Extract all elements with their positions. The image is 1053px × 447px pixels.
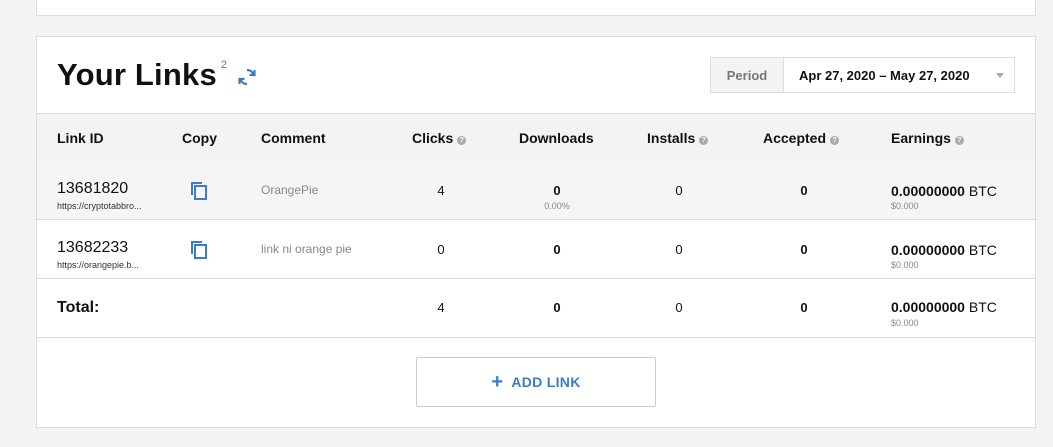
table-row: 13681820 https://cryptotabbro... OrangeP… bbox=[37, 161, 1035, 220]
refresh-icon[interactable] bbox=[235, 65, 259, 89]
help-icon[interactable]: ? bbox=[830, 136, 840, 145]
copy-icon[interactable] bbox=[190, 181, 208, 201]
link-accepted: 0 bbox=[800, 183, 808, 198]
total-label: Total: bbox=[57, 299, 100, 316]
add-link-button[interactable]: + ADD LINK bbox=[416, 357, 656, 407]
plus-icon: + bbox=[491, 371, 504, 393]
period-label: Period bbox=[711, 58, 784, 92]
link-comment: link ni orange pie bbox=[261, 242, 352, 256]
col-earnings-label: Earnings bbox=[891, 130, 951, 146]
period-selector[interactable]: Period Apr 27, 2020 – May 27, 2020 bbox=[710, 57, 1015, 93]
link-clicks: 4 bbox=[437, 183, 445, 198]
link-earnings-usd: $0.000 bbox=[891, 260, 919, 270]
total-installs: 0 bbox=[675, 300, 683, 315]
col-earnings: Earnings? bbox=[891, 130, 964, 146]
link-installs: 0 bbox=[675, 242, 683, 257]
table-row: 13682233 https://orangepie.b... link ni … bbox=[37, 220, 1035, 279]
link-accepted: 0 bbox=[800, 242, 808, 257]
link-id: 13681820 bbox=[57, 180, 129, 197]
link-downloads-pct: 0.00% bbox=[544, 201, 570, 211]
add-link-label: ADD LINK bbox=[511, 374, 581, 390]
total-earnings: 0.00000000 BTC bbox=[891, 299, 997, 315]
link-url[interactable]: https://orangepie.b... bbox=[57, 260, 139, 270]
earnings-currency: BTC bbox=[968, 242, 997, 258]
col-accepted-label: Accepted bbox=[763, 130, 827, 146]
link-comment: OrangePie bbox=[261, 183, 319, 197]
earnings-currency: BTC bbox=[968, 299, 997, 315]
table-header: Link ID Copy Comment Clicks? Downloads I… bbox=[37, 113, 1035, 162]
total-clicks: 4 bbox=[437, 300, 445, 315]
period-range: Apr 27, 2020 – May 27, 2020 bbox=[799, 67, 970, 83]
link-earnings-usd: $0.000 bbox=[891, 201, 919, 211]
earnings-amount: 0.00000000 bbox=[891, 299, 965, 315]
link-earnings: 0.00000000 BTC bbox=[891, 242, 997, 258]
col-clicks: Clicks? bbox=[412, 130, 467, 146]
total-row: Total: 4 0 0 0 0.00000000 BTC $0.000 bbox=[37, 279, 1035, 338]
col-accepted: Accepted? bbox=[763, 130, 840, 146]
page-title-text: Your Links bbox=[57, 57, 217, 92]
earnings-amount: 0.00000000 bbox=[891, 242, 965, 258]
links-card: Your Links 2 Period Apr 27, 2020 – May 27… bbox=[36, 36, 1036, 428]
col-clicks-label: Clicks bbox=[412, 130, 454, 146]
col-downloads: Downloads bbox=[519, 130, 594, 146]
earnings-currency: BTC bbox=[968, 183, 997, 199]
total-downloads: 0 bbox=[553, 300, 561, 315]
chevron-down-icon[interactable] bbox=[996, 73, 1004, 78]
link-earnings: 0.00000000 BTC bbox=[891, 183, 997, 199]
period-value[interactable]: Apr 27, 2020 – May 27, 2020 bbox=[784, 58, 1014, 92]
link-id: 13682233 bbox=[57, 239, 129, 256]
help-icon[interactable]: ? bbox=[457, 136, 467, 145]
col-link-id: Link ID bbox=[57, 130, 104, 146]
total-earnings-usd: $0.000 bbox=[891, 318, 919, 328]
link-downloads: 0 bbox=[553, 242, 561, 257]
col-installs-label: Installs bbox=[647, 130, 696, 146]
page-title: Your Links 2 bbox=[57, 57, 227, 93]
link-clicks: 0 bbox=[437, 242, 445, 257]
links-count: 2 bbox=[220, 58, 228, 71]
total-accepted: 0 bbox=[800, 300, 808, 315]
link-url[interactable]: https://cryptotabbro... bbox=[57, 201, 142, 211]
help-icon[interactable]: ? bbox=[954, 136, 964, 145]
link-installs: 0 bbox=[675, 183, 683, 198]
link-downloads: 0 bbox=[553, 183, 561, 198]
col-comment: Comment bbox=[261, 130, 326, 146]
col-installs: Installs? bbox=[647, 130, 709, 146]
help-icon[interactable]: ? bbox=[699, 136, 709, 145]
earnings-amount: 0.00000000 bbox=[891, 183, 965, 199]
copy-icon[interactable] bbox=[190, 240, 208, 260]
previous-card bbox=[36, 0, 1036, 16]
col-copy: Copy bbox=[182, 130, 217, 146]
